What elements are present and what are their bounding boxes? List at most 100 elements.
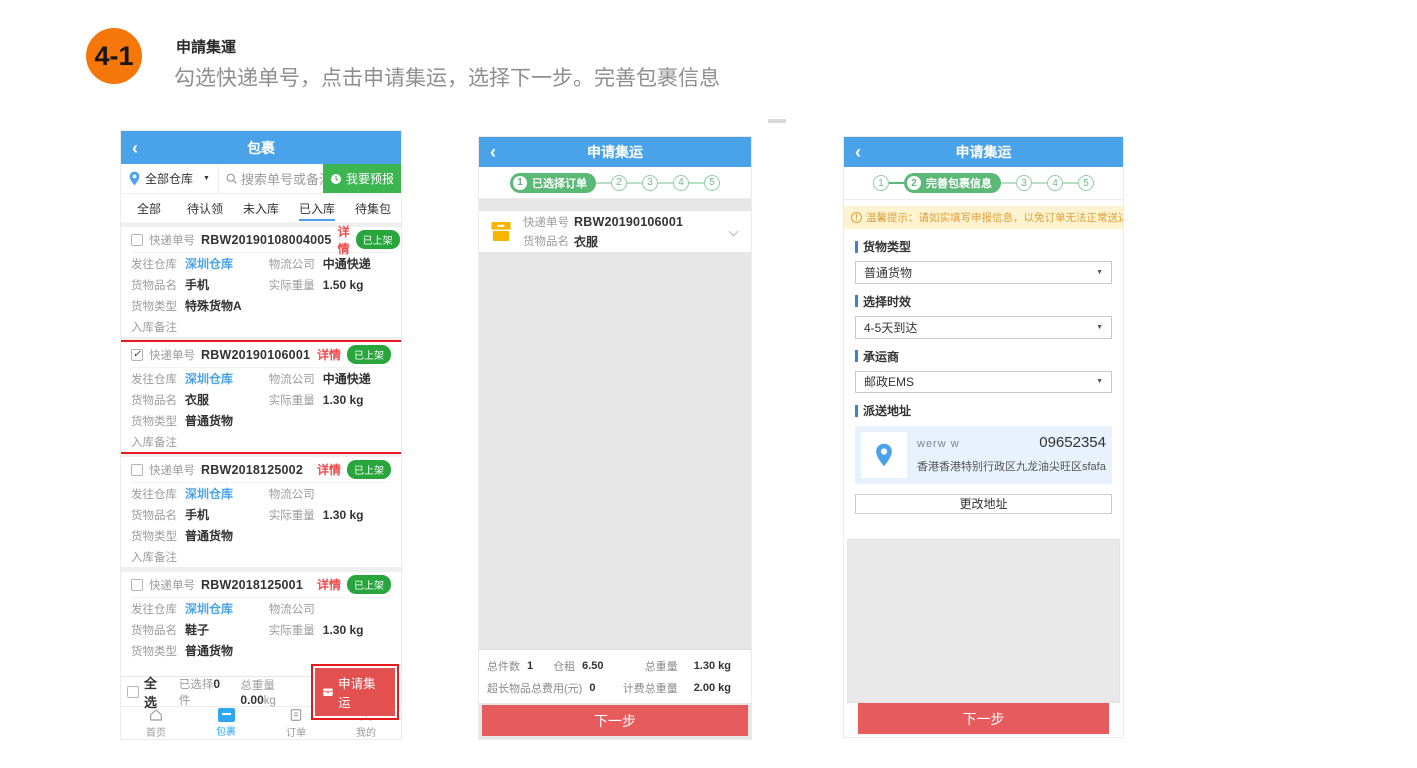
chevron-down-icon: ▼ (1096, 324, 1103, 331)
step-5: 5 (704, 175, 720, 191)
order-list-body: 快递单号RBW20190106001 货物品名衣服 总件数1 仓租6.50 总重… (479, 199, 751, 739)
tracking-number: RBW20190106001 (574, 215, 683, 229)
form-content: 货物类型 普通货物▼ 选择时效 4-5天到达▼ 承运商 邮政EMS▼ 派送地址 … (844, 229, 1123, 737)
location-pin-icon (861, 432, 907, 478)
search-input[interactable]: 搜索单号或备注 (218, 164, 323, 193)
carrier-select[interactable]: 邮政EMS▼ (855, 371, 1112, 394)
warehouse-link[interactable]: 深圳仓库 (185, 600, 233, 617)
placeholder-panel (847, 539, 1120, 703)
step-3: 3 (642, 175, 658, 191)
next-step-button[interactable]: 下一步 (482, 705, 748, 736)
step-4: 4 (673, 175, 689, 191)
parcel-icon (322, 686, 334, 698)
tracking-label: 快递单号 (149, 462, 195, 478)
screen-package-list: ‹ 包裹 全部仓库 ▼ 搜索单号或备注 我要预报 全部 (120, 130, 402, 740)
status-badge: 已上架 (356, 230, 400, 249)
total-weight: 总重量0.00kg (240, 677, 310, 707)
apply-label: 申请集运 (338, 673, 388, 711)
order-icon (288, 707, 304, 723)
search-icon (225, 172, 238, 185)
forecast-label: 我要预报 (346, 170, 394, 187)
back-icon[interactable]: ‹ (490, 143, 496, 161)
warehouse-link[interactable]: 深圳仓库 (185, 255, 233, 272)
warm-tip-banner: ! 温馨提示：请如实填写申报信息，以免订单无法正常送达。 (844, 206, 1123, 229)
timeliness-label: 选择时效 (855, 293, 1112, 310)
chevron-down-icon: ▼ (1096, 269, 1103, 276)
timeliness-select[interactable]: 4-5天到达▼ (855, 316, 1112, 339)
nav-package[interactable]: 包裹 (191, 707, 261, 739)
back-icon[interactable]: ‹ (132, 139, 138, 157)
address-card[interactable]: werw w 09652354 香港香港特别行政区九龙油尖旺区sfafa (855, 426, 1112, 484)
package-card-selected: ✓ 快递单号 RBW20190106001 详情 已上架 发往仓库深圳仓库 物流… (121, 342, 401, 452)
tracking-number: RBW20190106001 (201, 348, 310, 362)
info-icon: ! (851, 212, 862, 223)
stepper: 1 已选择订单 2 3 4 5 (479, 167, 751, 199)
chevron-down-icon: ▼ (1096, 378, 1103, 385)
recipient-name: werw w (917, 438, 960, 450)
status-badge: 已上架 (347, 575, 391, 594)
step-1: 1 (873, 175, 889, 191)
detail-link[interactable]: 详情 (317, 346, 341, 363)
back-icon[interactable]: ‹ (855, 143, 861, 161)
detail-link[interactable]: 详情 (338, 223, 350, 257)
package-icon (218, 708, 235, 722)
step-5: 5 (1078, 175, 1094, 191)
location-pin-icon (129, 171, 140, 186)
tracking-label: 快递单号 (149, 347, 195, 363)
package-card: 快递单号 RBW20190108004005 详情 已上架 发往仓库深圳仓库 物… (121, 227, 401, 337)
tracking-label: 快递单号 (149, 232, 195, 248)
selected-count: 已选择0件 (179, 676, 232, 708)
appbar: ‹ 申请集运 (479, 137, 751, 167)
warehouse-link[interactable]: 深圳仓库 (185, 370, 233, 387)
tab-bar: 全部 待认领 未入库 已入库 待集包 (121, 194, 401, 223)
appbar-title: 包裹 (121, 138, 401, 158)
tab-to-pack[interactable]: 待集包 (345, 194, 401, 222)
detail-link[interactable]: 详情 (317, 576, 341, 593)
cargo-type-select[interactable]: 普通货物▼ (855, 261, 1112, 284)
warehouse-link[interactable]: 深圳仓库 (185, 485, 233, 502)
tab-all[interactable]: 全部 (121, 194, 177, 222)
divider-dash (768, 119, 786, 123)
tracking-number: RBW2018125001 (201, 578, 303, 592)
chevron-down-icon[interactable]: ▼ (203, 175, 210, 182)
appbar-title: 申请集运 (844, 142, 1123, 162)
tab-not-in-warehouse[interactable]: 未入库 (233, 194, 289, 222)
apply-consolidation-button[interactable]: 申请集运 (315, 668, 395, 716)
step-1-active: 1 已选择订单 (510, 173, 596, 193)
recipient-phone: 09652354 (1039, 434, 1106, 451)
tutorial-page: 4-1 申請集運 勾选快递单号，点击申请集运，选择下一步。完善包裹信息 ‹ 包裹… (0, 0, 1417, 768)
package-checkbox-checked[interactable]: ✓ (131, 349, 143, 361)
package-card: 快递单号 RBW2018125002 详情 已上架 发往仓库深圳仓库 物流公司 … (121, 457, 401, 567)
forecast-button[interactable]: 我要预报 (323, 164, 401, 193)
step-2-active: 2 完善包裹信息 (904, 173, 1001, 193)
search-placeholder: 搜索单号或备注 (241, 169, 323, 188)
selected-order-card[interactable]: 快递单号RBW20190106001 货物品名衣服 (479, 211, 751, 253)
package-checkbox[interactable] (131, 464, 143, 476)
tab-unclaimed[interactable]: 待认领 (177, 194, 233, 222)
filter-bar: 全部仓库 ▼ 搜索单号或备注 我要预报 (121, 164, 401, 194)
box-icon (489, 221, 513, 242)
nav-home[interactable]: 首页 (121, 707, 191, 739)
next-step-button[interactable]: 下一步 (858, 703, 1109, 734)
package-checkbox[interactable] (131, 234, 143, 246)
detail-link[interactable]: 详情 (317, 461, 341, 478)
status-badge: 已上架 (347, 460, 391, 479)
appbar-title: 申请集运 (479, 142, 751, 162)
screen-selected-orders: ‹ 申请集运 1 已选择订单 2 3 4 5 (478, 136, 752, 740)
package-list: 快递单号 RBW20190108004005 详情 已上架 发往仓库深圳仓库 物… (121, 223, 401, 676)
step-4: 4 (1047, 175, 1063, 191)
page-subtitle: 勾选快递单号，点击申请集运，选择下一步。完善包裹信息 (174, 62, 720, 92)
chevron-down-icon[interactable] (729, 227, 739, 237)
select-all-checkbox[interactable] (127, 686, 139, 698)
screen-package-info: ‹ 申请集运 1 2 完善包裹信息 3 4 5 ! 温馨提示：请如实填写申报信息… (843, 136, 1124, 738)
cargo-type-label: 货物类型 (855, 238, 1112, 255)
step-badge: 4-1 (86, 28, 142, 84)
select-all-label: 全选 (144, 673, 170, 711)
totals-summary: 总件数1 仓租6.50 总重量1.30 kg 超长物品总费用(元)0 计费总重量… (479, 649, 751, 703)
tab-in-warehouse[interactable]: 已入库 (289, 194, 345, 222)
clock-icon (330, 173, 342, 185)
stepper: 1 2 完善包裹信息 3 4 5 (844, 167, 1123, 200)
change-address-button[interactable]: 更改地址 (855, 494, 1112, 513)
package-checkbox[interactable] (131, 579, 143, 591)
warehouse-select[interactable]: 全部仓库 (145, 170, 193, 187)
